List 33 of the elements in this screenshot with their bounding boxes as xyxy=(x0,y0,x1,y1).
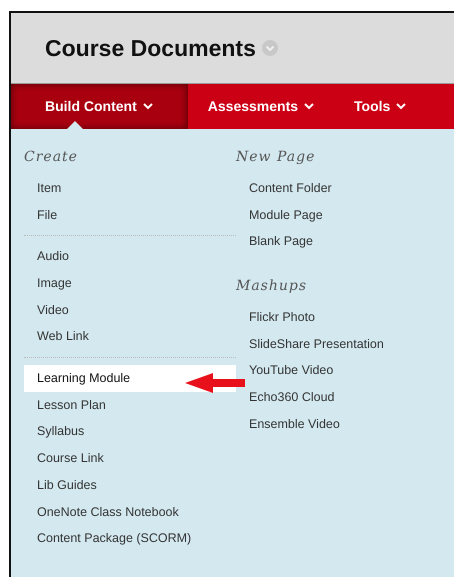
arrow-annotation xyxy=(185,373,245,393)
menu-item[interactable]: YouTube Video xyxy=(249,363,334,378)
menu-tab[interactable]: Tools xyxy=(334,84,426,129)
menu-item[interactable]: Web Link xyxy=(24,323,236,350)
menu-tab[interactable]: Build Content xyxy=(11,84,188,129)
section-heading: Create xyxy=(24,148,79,167)
section-heading: Mashups xyxy=(236,277,308,296)
section-heading: New Page xyxy=(236,148,316,167)
menu-item[interactable]: Echo360 Cloud xyxy=(249,390,334,405)
menu-tab[interactable]: Assessments xyxy=(188,84,334,129)
menu-item[interactable]: Syllabus xyxy=(24,418,236,446)
chevron-icon xyxy=(142,103,153,110)
dropdown-icon[interactable] xyxy=(262,40,278,56)
menu-item[interactable]: Image xyxy=(24,270,236,297)
chevron-icon xyxy=(396,103,406,110)
menu-item[interactable]: Learning Module xyxy=(24,365,236,392)
menu-item[interactable]: Lesson Plan xyxy=(24,392,236,418)
menu-item[interactable]: Lib Guides xyxy=(24,472,236,499)
menu-item[interactable]: File xyxy=(24,202,236,228)
menu-item[interactable]: OneNote Class Notebook xyxy=(24,498,236,526)
menu-item[interactable]: Module Page xyxy=(249,208,323,223)
page-title: Course Documents xyxy=(45,34,256,63)
menu-item[interactable]: Content Package (SCORM) xyxy=(24,525,236,552)
menu-item[interactable]: Audio xyxy=(24,243,236,270)
menu-item[interactable]: Ensemble Video xyxy=(249,416,340,432)
menu-item[interactable]: Course Link xyxy=(24,445,236,472)
menu-item[interactable]: Flickr Photo xyxy=(249,310,315,325)
menu-item[interactable]: Video xyxy=(24,296,236,324)
chevron-icon xyxy=(304,103,314,110)
menu-item[interactable]: Item xyxy=(24,175,236,202)
menu-item[interactable]: Content Folder xyxy=(249,180,332,196)
menu-item[interactable]: Blank Page xyxy=(249,234,313,250)
menu-item[interactable]: SlideShare Presentation xyxy=(249,336,384,352)
